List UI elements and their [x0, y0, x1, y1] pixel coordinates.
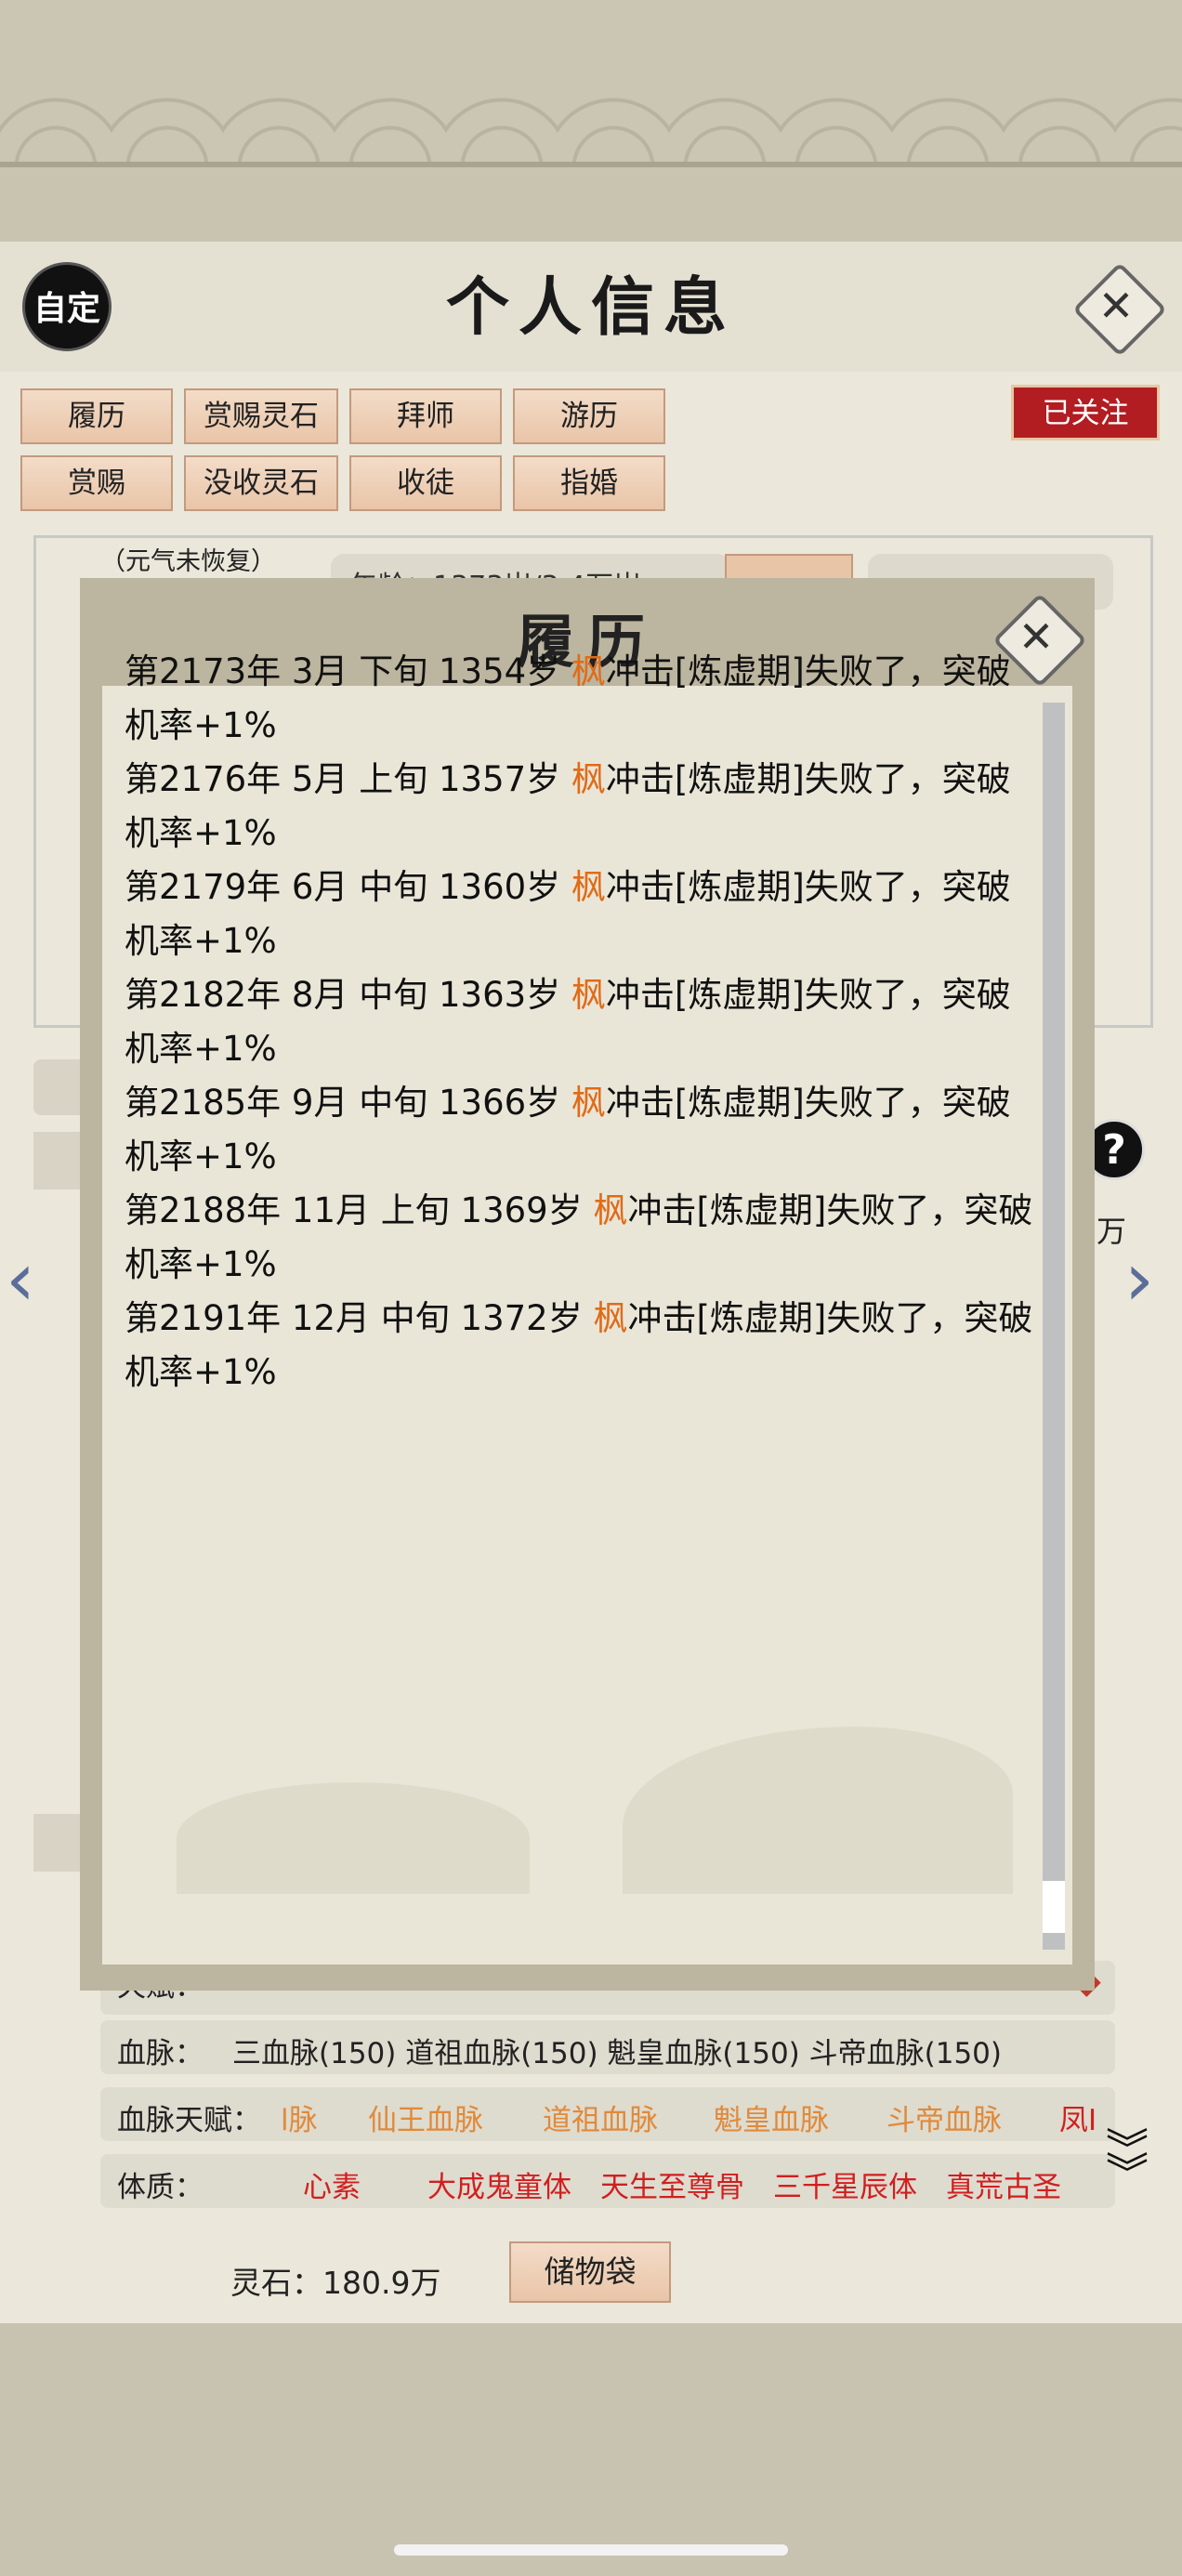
physique-item: 心素 — [303, 2171, 361, 2204]
bloodline-talent-label: 血脉天赋： — [117, 2104, 261, 2137]
tab-reward[interactable]: 赏赐 — [20, 455, 173, 511]
followed-badge[interactable]: 已关注 — [1011, 385, 1160, 440]
bloodline-talent-item: 斗帝血脉 — [886, 2104, 1002, 2137]
wan-label: 万 — [1097, 1214, 1127, 1249]
storage-bag-button[interactable]: 储物袋 — [509, 2241, 671, 2303]
tab-apprentice-to-master[interactable]: 拜师 — [349, 388, 502, 444]
log-character-name: 枫 — [571, 759, 606, 799]
log-scroll-thumb[interactable] — [1043, 1881, 1065, 1933]
log-entry: 第2188年 11月 上旬 1369岁 枫冲击[炼虚期]失败了，突破机率+1% — [125, 1184, 1035, 1292]
close-icon: ✕ — [1097, 281, 1135, 331]
bloodline-talent-item: 仙王血脉 — [368, 2104, 483, 2137]
log-date-age: 第2185年 9月 中旬 1366岁 — [125, 1083, 571, 1123]
log-date-age: 第2188年 11月 上旬 1369岁 — [125, 1190, 594, 1230]
log-entry: 第2173年 3月 下旬 1354岁 枫冲击[炼虚期]失败了，突破机率+1% — [125, 645, 1035, 753]
page-title: 个人信息 — [445, 270, 736, 345]
tab-reward-stones[interactable]: 赏赐灵石 — [184, 388, 338, 444]
bloodline-talent-item: l脉 — [281, 2104, 318, 2137]
bloodline-values: 三血脉(150) 道祖血脉(150) 魁皇血脉(150) 斗帝血脉(150) — [232, 2037, 1002, 2070]
spirit-stone-balance: 灵石：180.9万 — [230, 2265, 441, 2301]
log-character-name: 枫 — [593, 1298, 628, 1338]
log-date-age: 第2191年 12月 中旬 1372岁 — [125, 1298, 594, 1338]
physique-item: 真荒古圣 — [946, 2171, 1061, 2204]
tab-confiscate-stones[interactable]: 没收灵石 — [184, 455, 338, 511]
chevron-right-icon[interactable]: › — [1124, 1236, 1154, 1322]
vital-status-note: （元气未恢复） — [100, 547, 276, 576]
bloodline-talent-item: 道祖血脉 — [543, 2104, 658, 2137]
resume-log-list: 第2173年 3月 下旬 1354岁 枫冲击[炼虚期]失败了，突破机率+1% 第2… — [125, 651, 1035, 1400]
log-character-name: 枫 — [593, 1190, 628, 1230]
window-close-button[interactable]: ✕ — [1072, 262, 1167, 357]
ink-landscape-decoration — [177, 1782, 530, 1894]
custom-button[interactable]: 自定 — [22, 262, 112, 351]
ink-landscape-decoration — [623, 1727, 1013, 1894]
log-character-name: 枫 — [571, 1083, 606, 1123]
log-character-name: 枫 — [571, 651, 606, 691]
bloodline-talent-item: 魁皇血脉 — [714, 2104, 829, 2137]
log-character-name: 枫 — [571, 867, 606, 907]
log-entry: 第2182年 8月 中旬 1363岁 枫冲击[炼虚期]失败了，突破机率+1% — [125, 968, 1035, 1076]
log-date-age: 第2173年 3月 下旬 1354岁 — [125, 651, 571, 691]
bloodline-talent-item: 凤I — [1059, 2104, 1097, 2137]
log-character-name: 枫 — [571, 975, 606, 1015]
log-entry: 第2185年 9月 中旬 1366岁 枫冲击[炼虚期]失败了，突破机率+1% — [125, 1076, 1035, 1184]
log-entry: 第2179年 6月 中旬 1360岁 枫冲击[炼虚期]失败了，突破机率+1% — [125, 861, 1035, 968]
physique-item: 三千星辰体 — [773, 2171, 917, 2204]
log-scrollbar[interactable] — [1043, 703, 1065, 1950]
log-entry: 第2176年 5月 上旬 1357岁 枫冲击[炼虚期]失败了，突破机率+1% — [125, 753, 1035, 861]
log-date-age: 第2176年 5月 上旬 1357岁 — [125, 759, 571, 799]
chevron-left-icon[interactable]: ‹ — [6, 1236, 35, 1322]
physique-item: 天生至尊骨 — [600, 2171, 744, 2204]
log-date-age: 第2182年 8月 中旬 1363岁 — [125, 975, 571, 1015]
double-chevron-down-icon[interactable]: ︾ ︾ — [1106, 2128, 1149, 2195]
decorative-bottom-band — [0, 2323, 1182, 2576]
home-indicator[interactable] — [394, 2544, 788, 2556]
log-date-age: 第2179年 6月 中旬 1360岁 — [125, 867, 571, 907]
tab-arrange-marriage[interactable]: 指婚 — [513, 455, 665, 511]
tab-take-disciple[interactable]: 收徒 — [349, 455, 502, 511]
log-entry: 第2191年 12月 中旬 1372岁 枫冲击[炼虚期]失败了，突破机率+1% — [125, 1292, 1035, 1400]
tab-travel[interactable]: 游历 — [513, 388, 665, 444]
bloodline-label: 血脉： — [117, 2037, 204, 2070]
physique-label: 体质： — [117, 2171, 204, 2204]
physique-item: 大成鬼童体 — [427, 2171, 571, 2204]
decorative-top-band — [0, 0, 1182, 167]
tab-resume[interactable]: 履历 — [20, 388, 173, 444]
